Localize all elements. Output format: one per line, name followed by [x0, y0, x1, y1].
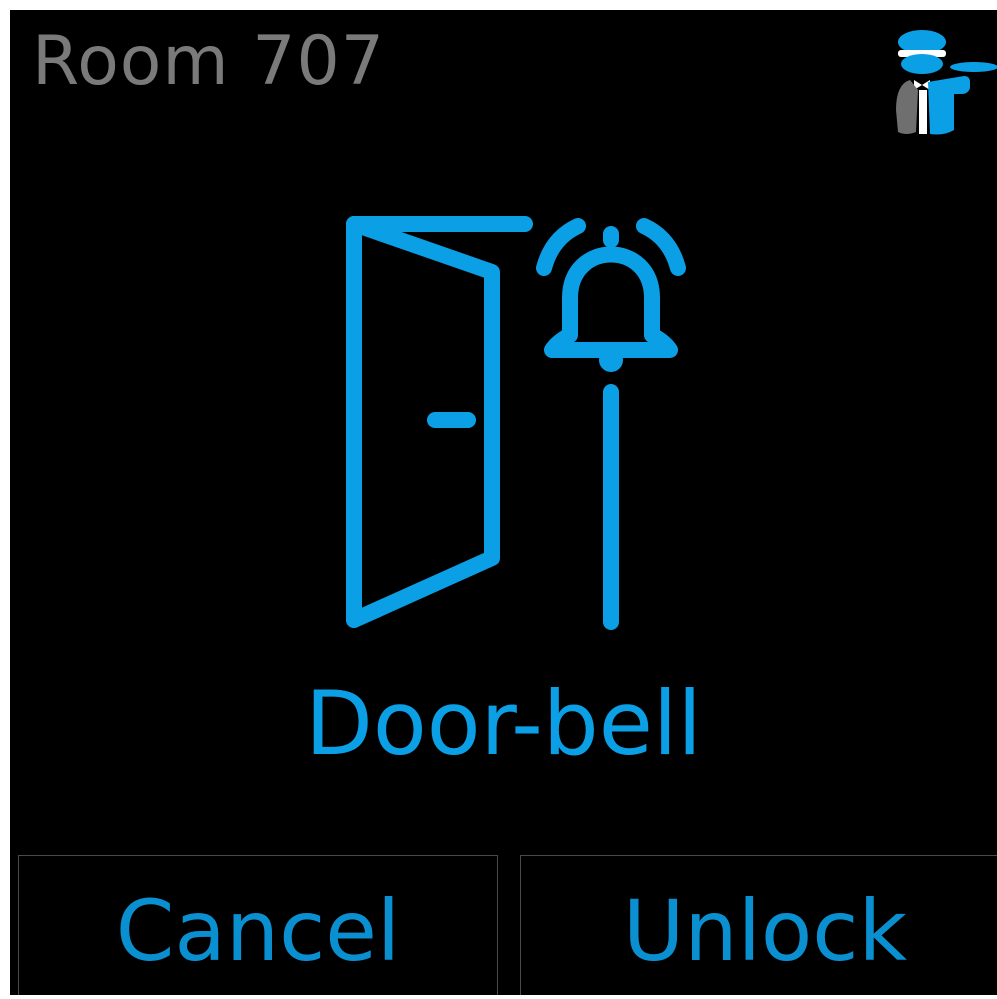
door-bell-icon [346, 216, 686, 630]
unlock-button[interactable]: Unlock [520, 855, 997, 995]
room-title: Room 707 [32, 22, 386, 101]
doorbell-screen: Room 707 Door-bell Cancel Unlock [10, 10, 997, 995]
page: Room 707 Door-bell Cancel Unlock [0, 0, 997, 999]
cancel-button[interactable]: Cancel [18, 855, 498, 995]
event-label: Door-bell [305, 672, 702, 775]
butler-icon [896, 30, 997, 135]
